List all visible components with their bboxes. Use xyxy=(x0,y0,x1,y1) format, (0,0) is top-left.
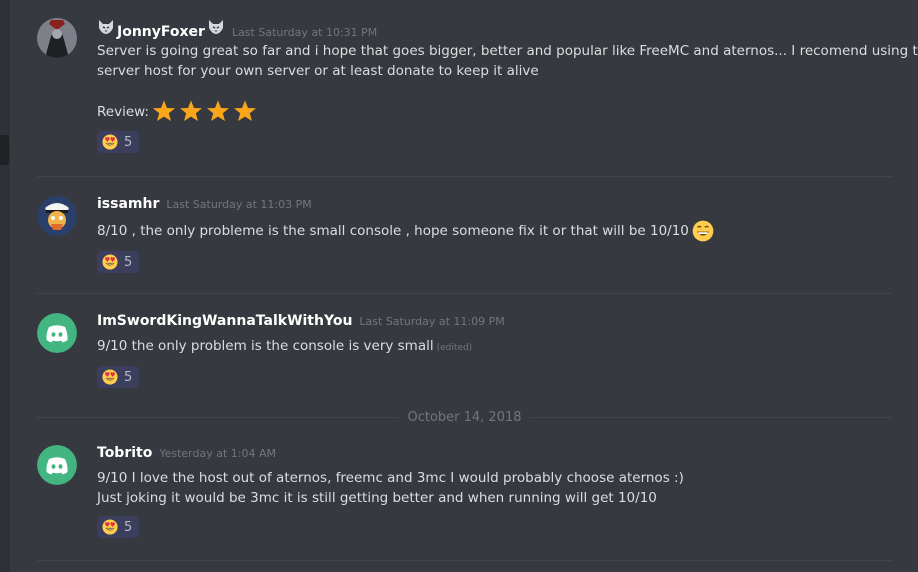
divider-rule xyxy=(37,416,400,418)
reaction-count: 5 xyxy=(124,134,133,150)
star-icon xyxy=(233,99,257,123)
reaction-count: 5 xyxy=(124,369,133,385)
avatar-issamhr[interactable] xyxy=(37,196,77,236)
heart-eyes-emoji-icon xyxy=(102,254,118,270)
heart-eyes-emoji-icon xyxy=(102,369,118,385)
reaction-count: 5 xyxy=(124,519,133,535)
wolf-icon xyxy=(97,18,115,36)
reaction-button[interactable]: 5 xyxy=(97,251,140,273)
timestamp: Last Saturday at 11:09 PM xyxy=(359,315,505,328)
timestamp: Last Saturday at 11:03 PM xyxy=(166,198,312,211)
message-line: Server is going great so far and i hope … xyxy=(97,43,918,59)
timestamp: Yesterday at 1:04 AM xyxy=(159,447,277,460)
edited-label: (edited) xyxy=(436,343,473,353)
message-content: Server is going great so far and i hope … xyxy=(97,41,918,81)
message-content: 9/10 I love the host out of aternos, fre… xyxy=(97,468,887,508)
message-line: server host for your own server or at le… xyxy=(97,63,539,79)
divider-rule xyxy=(529,416,892,418)
heart-eyes-emoji-icon xyxy=(102,519,118,535)
date-divider: October 14, 2018 xyxy=(37,408,892,426)
reaction-count: 5 xyxy=(124,254,133,270)
message-content: 9/10 the only problem is the console is … xyxy=(97,336,887,358)
star-icon xyxy=(206,99,230,123)
grinning-emoji-icon xyxy=(692,220,714,242)
discord-logo-icon xyxy=(37,445,77,485)
message-divider xyxy=(37,293,892,294)
timestamp: Last Saturday at 10:31 PM xyxy=(231,26,378,39)
avatar-discord-default[interactable] xyxy=(37,445,77,485)
avatar-discord-default[interactable] xyxy=(37,313,77,353)
message-line: 9/10 the only problem is the console is … xyxy=(97,338,434,354)
star-icon xyxy=(152,99,176,123)
message-line: 8/10 , the only probleme is the small co… xyxy=(97,223,689,239)
username[interactable]: issamhr xyxy=(97,196,159,212)
scrollbar-thumb[interactable] xyxy=(0,135,9,165)
message-content: 8/10 , the only probleme is the small co… xyxy=(97,220,887,242)
star-icon xyxy=(179,99,203,123)
username[interactable]: Tobrito xyxy=(97,445,152,461)
left-panel-edge xyxy=(0,0,10,572)
wolf-icon xyxy=(207,18,225,36)
reaction-button[interactable]: 5 xyxy=(97,516,140,538)
review-label: Review: xyxy=(97,103,149,120)
reaction-button[interactable]: 5 xyxy=(97,131,140,153)
username[interactable]: JonnyFoxer xyxy=(117,24,205,40)
message-line: 9/10 I love the host out of aternos, fre… xyxy=(97,470,684,486)
message-divider xyxy=(37,560,892,561)
message-line: Just joking it would be 3mc it is still … xyxy=(97,490,657,506)
avatar-jonnyfoxer[interactable] xyxy=(37,18,77,58)
username[interactable]: ImSwordKingWannaTalkWithYou xyxy=(97,313,352,329)
date-divider-label: October 14, 2018 xyxy=(407,409,522,425)
heart-eyes-emoji-icon xyxy=(102,134,118,150)
discord-logo-icon xyxy=(37,313,77,353)
reaction-button[interactable]: 5 xyxy=(97,366,140,388)
message-divider xyxy=(37,176,892,177)
review-row: Review: xyxy=(97,99,887,123)
